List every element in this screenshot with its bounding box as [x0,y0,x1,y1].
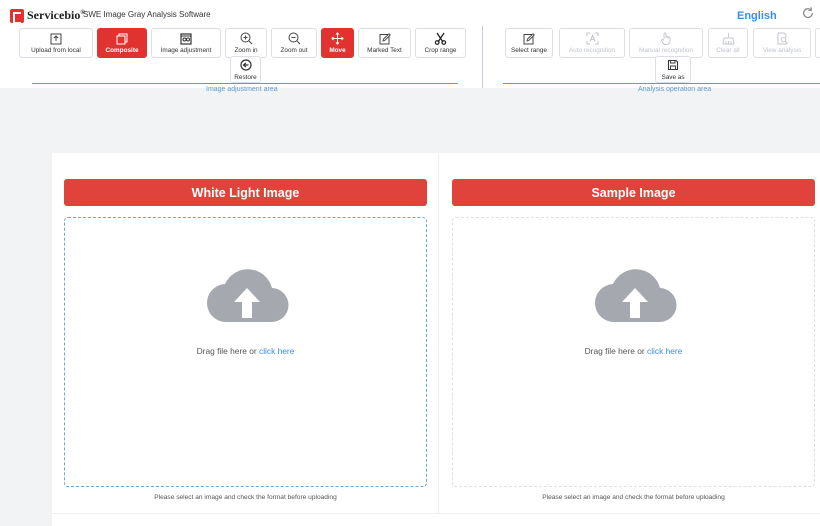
scissors-icon [434,32,447,45]
save-as-button[interactable]: Save as [655,56,691,83]
image-adjustment-area-label: Image adjustment area [206,86,278,93]
servicebio-logo: Servicebio® [10,8,85,24]
logo-text: Servicebio® [27,8,85,22]
white-light-image-dropzone[interactable]: Drag file here or click here [64,217,427,487]
language-switch[interactable]: English [737,10,777,22]
sample-image-dropzone[interactable]: Drag file here or click here [452,217,815,487]
marked-text-button[interactable]: Marked Text [358,28,411,58]
zoom-out-icon [288,32,301,45]
toolbar: Upload from local Composite Image adjust… [0,26,820,93]
cloud-upload-icon [594,269,677,323]
upload-from-local-button[interactable]: Upload from local [19,28,93,58]
app-header: Servicebio® SWE Image Gray Analysis Soft… [0,0,820,26]
zoom-out-button[interactable]: Zoom out [271,28,317,58]
view-analysis-button[interactable]: View analysis [753,28,811,58]
restore-icon [239,59,252,72]
composite-button[interactable]: Composite [97,28,147,58]
analysis-operation-area-label: Analysis operation area [638,86,712,93]
left-area-line [32,83,458,84]
white-light-drop-text: Drag file here or click here [196,346,295,356]
auto-recognition-button[interactable]: Auto recognition [559,28,625,58]
zoom-in-button[interactable]: Zoom in [225,28,267,58]
edit-icon [378,32,391,45]
app-title: SWE Image Gray Analysis Software [83,10,211,19]
composite-icon [116,32,129,45]
hand-pointer-icon [660,32,673,45]
select-range-button[interactable]: Select range [505,28,553,58]
toolbar-separator [482,26,483,88]
move-button[interactable]: Move [321,28,354,58]
panel-bottom-divider [52,513,820,514]
image-adjustment-button[interactable]: Image adjustment [151,28,221,58]
upload-icon [50,32,63,45]
save-icon [667,59,680,72]
refresh-icon[interactable] [801,6,815,20]
broom-icon [721,32,735,45]
move-icon [331,32,344,45]
crop-range-button[interactable]: Crop range [415,28,466,58]
restore-button[interactable]: Restore [230,56,261,83]
cloud-upload-icon [206,269,289,323]
sample-click-here-link[interactable]: click here [647,346,682,356]
white-light-image-title: White Light Image [64,179,427,206]
sample-image-title: Sample Image [452,179,815,206]
right-area-line [503,83,820,84]
zoom-in-icon [240,32,253,45]
manual-recognition-button[interactable]: Manual recognition [629,28,703,58]
sample-upload-hint: Please select an image and check the for… [542,494,725,501]
panel-divider [438,153,439,513]
sample-drop-text: Drag file here or click here [584,346,683,356]
view-analysis-icon [776,32,789,45]
white-light-upload-hint: Please select an image and check the for… [154,494,337,501]
select-range-icon [523,32,536,45]
white-light-click-here-link[interactable]: click here [259,346,294,356]
clear-all-button[interactable]: Clear all [708,28,748,58]
partially-visible-button[interactable] [815,28,820,58]
auto-recognition-icon [586,32,599,45]
logo-mark-icon [10,8,24,24]
image-adjustment-icon [180,32,193,45]
